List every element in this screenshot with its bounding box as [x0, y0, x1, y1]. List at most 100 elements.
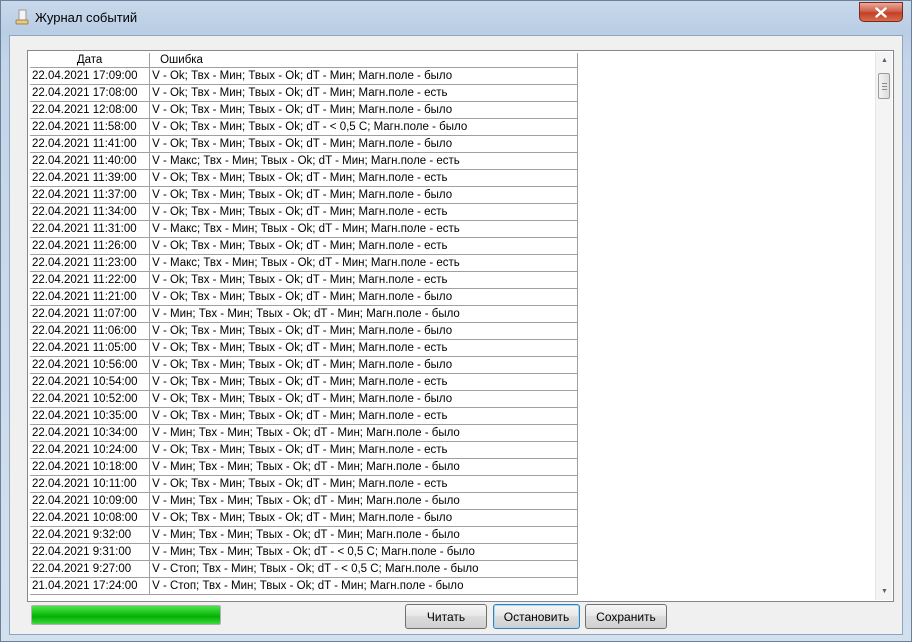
table-row[interactable]: 22.04.2021 9:27:00 V - Стоп; Твх - Мин; Т… [30, 560, 578, 578]
table-row[interactable]: 22.04.2021 10:34:00 V - Мин; Твх - Мин; Т… [30, 424, 578, 442]
table-row[interactable]: 21.04.2021 17:24:00 V - Стоп; Твх - Мин; … [30, 577, 578, 595]
cell-date: 22.04.2021 10:56:00 [30, 356, 151, 374]
cell-error: V - Мин; Твх - Мин; Твых - Ok; dT - Мин;… [149, 305, 578, 323]
table-row[interactable]: 22.04.2021 11:21:00 V - Ok; Твх - Мин; Тв… [30, 288, 578, 306]
event-log-rows: 22.04.2021 17:09:00 V - Ok; Твх - Мин; Тв… [30, 67, 578, 595]
cell-error: V - Ok; Твх - Мин; Твых - Ok; dT - Мин; … [149, 237, 578, 255]
table-row[interactable]: 22.04.2021 9:31:00 V - Мин; Твх - Мин; Тв… [30, 543, 578, 561]
table-row[interactable]: 22.04.2021 11:06:00 V - Ok; Твх - Мин; Тв… [30, 322, 578, 340]
cell-date: 22.04.2021 10:52:00 [30, 390, 151, 408]
progress-bar [31, 605, 221, 625]
table-row[interactable]: 22.04.2021 10:11:00 V - Ok; Твх - Мин; Тв… [30, 475, 578, 493]
read-button[interactable]: Читать [405, 604, 487, 629]
table-row[interactable]: 22.04.2021 10:18:00 V - Мин; Твх - Мин; Т… [30, 458, 578, 476]
cell-date: 22.04.2021 11:23:00 [30, 254, 151, 272]
cell-date: 22.04.2021 12:08:00 [30, 101, 151, 119]
table-row[interactable]: 22.04.2021 11:39:00 V - Ok; Твх - Мин; Тв… [30, 169, 578, 187]
arrow-up-icon: ▲ [881, 57, 888, 64]
table-row[interactable]: 22.04.2021 11:26:00 V - Ok; Твх - Мин; Тв… [30, 237, 578, 255]
table-row[interactable]: 22.04.2021 17:08:00 V - Ok; Твх - Мин; Тв… [30, 84, 578, 102]
table-row[interactable]: 22.04.2021 9:32:00 V - Мин; Твх - Мин; Тв… [30, 526, 578, 544]
close-button[interactable] [859, 2, 903, 22]
cell-error: V - Стоп; Твх - Мин; Твых - Ok; dT - Мин… [149, 577, 578, 595]
table-row[interactable]: 22.04.2021 11:58:00 V - Ok; Твх - Мин; Тв… [30, 118, 578, 136]
event-log-table: Дата Ошибка 22.04.2021 17:09:00 V - Ok; Т… [30, 53, 578, 595]
save-button[interactable]: Сохранить [585, 604, 667, 629]
cell-date: 22.04.2021 11:39:00 [30, 169, 151, 187]
cell-date: 22.04.2021 11:31:00 [30, 220, 151, 238]
table-row[interactable]: 22.04.2021 11:41:00 V - Ok; Твх - Мин; Тв… [30, 135, 578, 153]
cell-error: V - Ok; Твх - Мин; Твых - Ok; dT - Мин; … [149, 271, 578, 289]
cell-error: V - Мин; Твх - Мин; Твых - Ok; dT - Мин;… [149, 492, 578, 510]
table-row[interactable]: 22.04.2021 11:40:00 V - Макс; Твх - Мин; … [30, 152, 578, 170]
column-header-error[interactable]: Ошибка [149, 53, 578, 68]
cell-date: 22.04.2021 10:34:00 [30, 424, 151, 442]
table-row[interactable]: 22.04.2021 10:35:00 V - Ok; Твх - Мин; Тв… [30, 407, 578, 425]
progress-fill [32, 606, 220, 624]
table-header: Дата Ошибка [30, 53, 578, 68]
table-row[interactable]: 22.04.2021 10:54:00 V - Ok; Твх - Мин; Тв… [30, 373, 578, 391]
cell-date: 22.04.2021 11:37:00 [30, 186, 151, 204]
table-row[interactable]: 22.04.2021 11:07:00 V - Мин; Твх - Мин; Т… [30, 305, 578, 323]
vertical-scrollbar[interactable]: ▲ ▼ [875, 52, 892, 600]
cell-date: 22.04.2021 10:35:00 [30, 407, 151, 425]
cell-date: 22.04.2021 10:08:00 [30, 509, 151, 527]
cell-date: 22.04.2021 17:09:00 [30, 67, 151, 85]
cell-date: 21.04.2021 17:24:00 [30, 577, 151, 595]
scroll-down-button[interactable]: ▼ [876, 583, 893, 600]
table-row[interactable]: 22.04.2021 11:22:00 V - Ok; Твх - Мин; Тв… [30, 271, 578, 289]
cell-error: V - Ok; Твх - Мин; Твых - Ok; dT - Мин; … [149, 203, 578, 221]
cell-error: V - Ok; Твх - Мин; Твых - Ok; dT - Мин; … [149, 288, 578, 306]
table-row[interactable]: 22.04.2021 11:34:00 V - Ok; Твх - Мин; Тв… [30, 203, 578, 221]
cell-error: V - Ok; Твх - Мин; Твых - Ok; dT - Мин; … [149, 407, 578, 425]
scroll-thumb[interactable] [878, 73, 890, 99]
cell-date: 22.04.2021 11:21:00 [30, 288, 151, 306]
arrow-down-icon: ▼ [881, 588, 888, 595]
cell-date: 22.04.2021 10:11:00 [30, 475, 151, 493]
table-row[interactable]: 22.04.2021 12:08:00 V - Ok; Твх - Мин; Тв… [30, 101, 578, 119]
cell-error: V - Мин; Твх - Мин; Твых - Ok; dT - < 0,… [149, 543, 578, 561]
cell-error: V - Стоп; Твх - Мин; Твых - Ok; dT - < 0… [149, 560, 578, 578]
scroll-up-button[interactable]: ▲ [876, 52, 893, 69]
close-icon [875, 6, 887, 18]
window-title: Журнал событий [35, 10, 138, 25]
cell-date: 22.04.2021 11:26:00 [30, 237, 151, 255]
cell-date: 22.04.2021 10:24:00 [30, 441, 151, 459]
table-row[interactable]: 22.04.2021 11:31:00 V - Макс; Твх - Мин; … [30, 220, 578, 238]
cell-date: 22.04.2021 11:05:00 [30, 339, 151, 357]
cell-error: V - Ok; Твх - Мин; Твых - Ok; dT - Мин; … [149, 186, 578, 204]
title-bar[interactable]: Журнал событий [1, 1, 911, 37]
table-row[interactable]: 22.04.2021 11:23:00 V - Макс; Твх - Мин; … [30, 254, 578, 272]
event-log-window: Журнал событий Дата Ошибка 22.04.2021 17… [0, 0, 912, 642]
app-icon [15, 9, 29, 25]
table-row[interactable]: 22.04.2021 10:08:00 V - Ok; Твх - Мин; Тв… [30, 509, 578, 527]
event-log-list[interactable]: Дата Ошибка 22.04.2021 17:09:00 V - Ok; Т… [27, 50, 894, 602]
cell-error: V - Ok; Твх - Мин; Твых - Ok; dT - Мин; … [149, 356, 578, 374]
cell-error: V - Ok; Твх - Мин; Твых - Ok; dT - Мин; … [149, 509, 578, 527]
table-row[interactable]: 22.04.2021 10:09:00 V - Мин; Твх - Мин; Т… [30, 492, 578, 510]
cell-date: 22.04.2021 9:32:00 [30, 526, 151, 544]
cell-date: 22.04.2021 11:40:00 [30, 152, 151, 170]
table-row[interactable]: 22.04.2021 10:52:00 V - Ok; Твх - Мин; Тв… [30, 390, 578, 408]
cell-error: V - Ok; Твх - Мин; Твых - Ok; dT - Мин; … [149, 101, 578, 119]
cell-error: V - Ok; Твх - Мин; Твых - Ok; dT - Мин; … [149, 322, 578, 340]
cell-error: V - Ok; Твх - Мин; Твых - Ok; dT - Мин; … [149, 475, 578, 493]
cell-date: 22.04.2021 9:27:00 [30, 560, 151, 578]
cell-date: 22.04.2021 10:18:00 [30, 458, 151, 476]
cell-error: V - Ok; Твх - Мин; Твых - Ok; dT - Мин; … [149, 67, 578, 85]
cell-date: 22.04.2021 17:08:00 [30, 84, 151, 102]
column-header-date[interactable]: Дата [30, 53, 151, 68]
cell-error: V - Макс; Твх - Мин; Твых - Ok; dT - Мин… [149, 152, 578, 170]
cell-date: 22.04.2021 11:34:00 [30, 203, 151, 221]
table-row[interactable]: 22.04.2021 10:56:00 V - Ok; Твх - Мин; Тв… [30, 356, 578, 374]
cell-error: V - Макс; Твх - Мин; Твых - Ok; dT - Мин… [149, 254, 578, 272]
cell-error: V - Ok; Твх - Мин; Твых - Ok; dT - Мин; … [149, 390, 578, 408]
table-row[interactable]: 22.04.2021 17:09:00 V - Ok; Твх - Мин; Тв… [30, 67, 578, 85]
cell-error: V - Ok; Твх - Мин; Твых - Ok; dT - Мин; … [149, 169, 578, 187]
stop-button[interactable]: Остановить [493, 604, 580, 629]
table-row[interactable]: 22.04.2021 11:05:00 V - Ok; Твх - Мин; Тв… [30, 339, 578, 357]
table-row[interactable]: 22.04.2021 11:37:00 V - Ok; Твх - Мин; Тв… [30, 186, 578, 204]
cell-date: 22.04.2021 11:41:00 [30, 135, 151, 153]
cell-date: 22.04.2021 11:58:00 [30, 118, 151, 136]
table-row[interactable]: 22.04.2021 10:24:00 V - Ok; Твх - Мин; Тв… [30, 441, 578, 459]
